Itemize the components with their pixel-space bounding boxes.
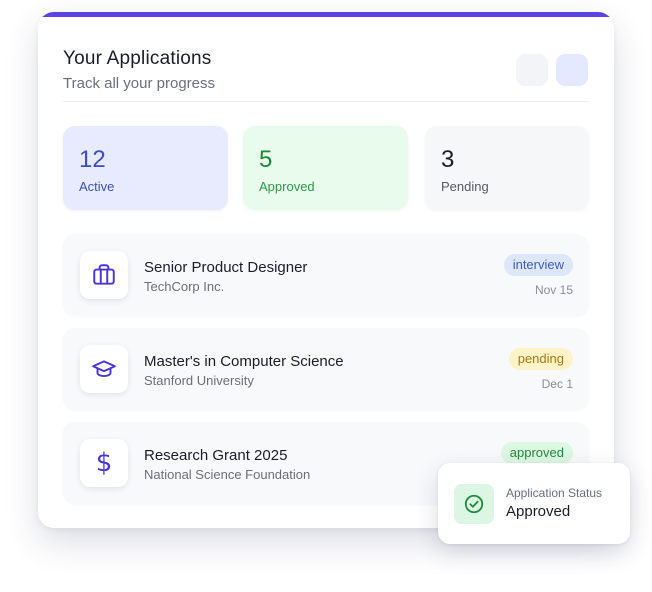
toast-value: Approved <box>506 503 571 520</box>
application-date: Dec 1 <box>541 377 573 391</box>
status-badge: approved <box>500 442 573 464</box>
stat-value: 3 <box>441 146 455 173</box>
check-circle-icon <box>454 484 494 524</box>
header-action-button-1[interactable] <box>516 54 548 86</box>
header-divider <box>63 101 589 102</box>
application-row[interactable]: Master's in Computer Science Stanford Un… <box>63 328 589 410</box>
application-title: Master's in Computer Science <box>144 353 344 370</box>
application-organization: National Science Foundation <box>144 467 311 482</box>
stat-label: Pending <box>441 179 489 194</box>
application-title: Research Grant 2025 <box>144 447 288 464</box>
dollar-icon: $ <box>80 439 128 487</box>
stat-value: 5 <box>259 146 273 173</box>
page-subtitle: Track all your progress <box>63 75 215 92</box>
status-badge: interview <box>503 254 573 276</box>
application-organization: TechCorp Inc. <box>144 279 225 294</box>
card-accent-bar <box>38 12 614 17</box>
stat-label: Approved <box>259 179 315 194</box>
application-row[interactable]: Senior Product Designer TechCorp Inc. in… <box>63 234 589 316</box>
applications-card: Your Applications Track all your progres… <box>38 12 614 528</box>
toast-label: Application Status <box>506 486 603 500</box>
application-date: Nov 15 <box>534 283 573 297</box>
application-status-toast: Application Status Approved <box>438 463 630 544</box>
status-badge: pending <box>508 348 573 370</box>
stat-label: Active <box>79 179 115 194</box>
stat-card-approved[interactable]: 5 Approved <box>243 126 408 210</box>
stat-card-pending[interactable]: 3 Pending <box>425 126 589 210</box>
application-title: Senior Product Designer <box>144 259 308 276</box>
page-title: Your Applications <box>63 48 212 69</box>
stat-value: 12 <box>79 146 106 173</box>
header-action-button-2[interactable] <box>556 54 588 86</box>
graduation-cap-icon <box>80 345 128 393</box>
application-organization: Stanford University <box>144 373 254 388</box>
briefcase-icon <box>80 251 128 299</box>
stat-card-active[interactable]: 12 Active <box>63 126 228 210</box>
